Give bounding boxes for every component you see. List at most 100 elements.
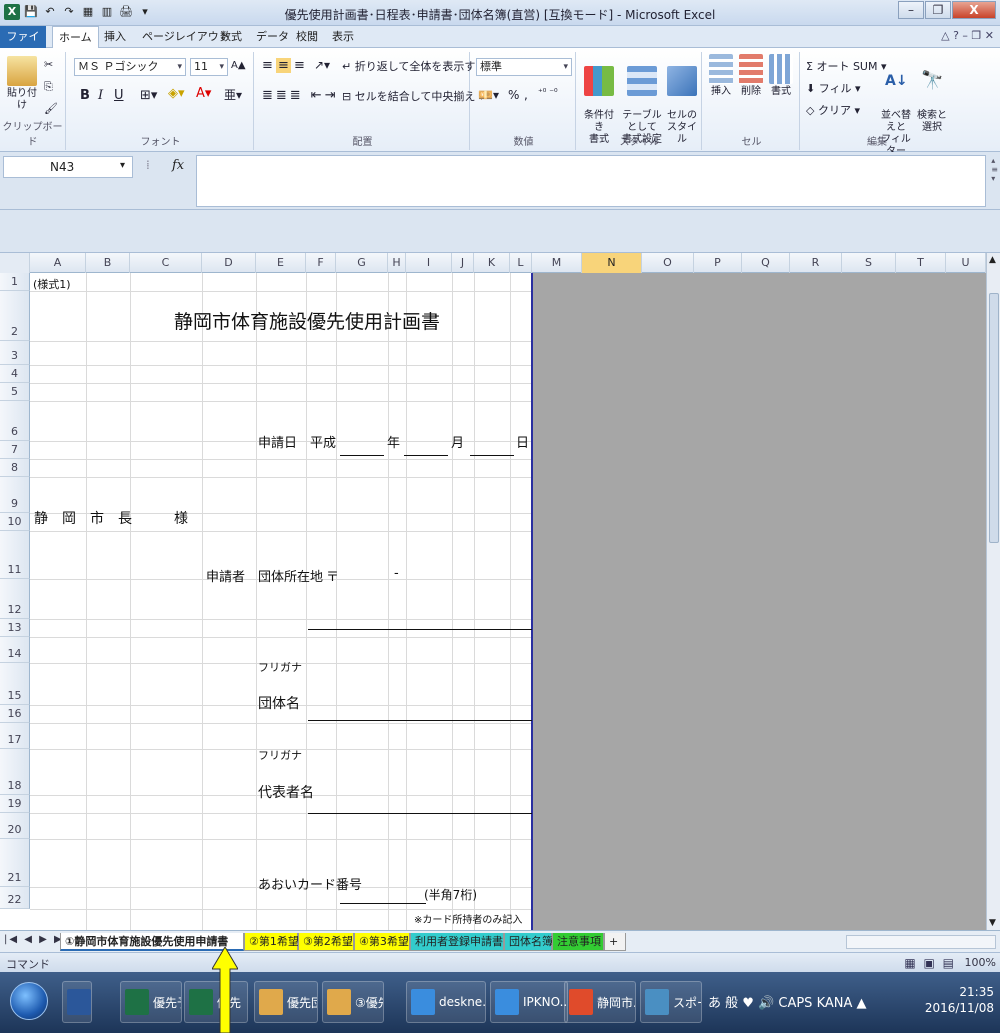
find-select-button[interactable]: 🔭 検索と 選択 [914,54,950,134]
cut-icon[interactable]: ✂ [44,58,53,71]
minimize-button[interactable]: – [898,1,924,19]
row-header-12[interactable]: 12 [0,579,30,619]
currency-icon[interactable]: 💴▾ [478,88,499,102]
italic-button[interactable]: I [98,88,103,103]
row-header-20[interactable]: 20 [0,813,30,839]
align-middle-icon[interactable]: ≡ [276,58,291,73]
zoom-level[interactable]: 100% [965,956,996,969]
phonetic-icon[interactable]: 亜▾ [224,86,242,103]
taskbar-item-3[interactable]: 優先団... [254,981,318,1023]
align-bottom-icon[interactable]: ≡ [294,58,305,73]
row-header-1[interactable]: 1 [0,273,30,291]
close-button[interactable]: X [952,1,996,19]
taskbar-item-8[interactable]: スポー... [640,981,702,1023]
column-header-n[interactable]: N [582,253,642,273]
tab-home[interactable]: ホーム [52,26,99,49]
row-header-17[interactable]: 17 [0,723,30,749]
autosum-button[interactable]: Σ オート SUM ▾ [806,58,887,74]
row-header-16[interactable]: 16 [0,705,30,723]
column-header-r[interactable]: R [790,253,842,273]
row-header-22[interactable]: 22 [0,887,30,909]
row-header-15[interactable]: 15 [0,663,30,705]
fill-color-icon[interactable]: ◈▾ [168,86,185,101]
insert-sheet-icon[interactable]: + [604,933,626,951]
column-header-h[interactable]: H [388,253,406,273]
percent-button[interactable]: % [508,88,519,102]
column-header-g[interactable]: G [336,253,388,273]
column-header-q[interactable]: Q [742,253,790,273]
taskbar-word-button[interactable] [62,981,92,1023]
name-box-dropdown-icon[interactable]: ▾ [120,160,125,171]
column-header-b[interactable]: B [86,253,130,273]
row-header-5[interactable]: 5 [0,383,30,401]
column-header-o[interactable]: O [642,253,694,273]
system-tray[interactable]: あ 般 ♥ 🔊 CAPS KANA ▲ [708,992,867,1011]
expand-formula-icon[interactable]: ▴ ≡ ▾ [991,156,998,183]
column-header-u[interactable]: U [946,253,986,273]
row-header-10[interactable]: 10 [0,513,30,531]
vertical-scrollbar[interactable]: ▲ ▼ [986,253,1000,930]
insert-cells-button[interactable]: 挿入 [706,54,736,98]
row-header-6[interactable]: 6 [0,401,30,441]
row-header-21[interactable]: 21 [0,839,30,887]
font-name-select[interactable]: ＭＳ Ｐゴシック [74,58,186,76]
vertical-scroll-thumb[interactable] [989,293,999,543]
bold-button[interactable]: B [80,88,90,103]
column-header-k[interactable]: K [474,253,510,273]
row-header-11[interactable]: 11 [0,531,30,579]
horizontal-scrollbar[interactable] [846,935,996,949]
wrap-text-button[interactable]: ↵ 折り返して全体を表示する [342,58,486,74]
column-header-s[interactable]: S [842,253,896,273]
merge-center-button[interactable]: ⊟ セルを結合して中央揃え ▾ [342,88,484,104]
row-header-13[interactable]: 13 [0,619,30,637]
delete-cells-button[interactable]: 削除 [736,54,766,98]
select-all-corner[interactable] [0,253,30,273]
sheet-tab-2[interactable]: ②第1希望 [244,933,299,951]
column-header-t[interactable]: T [896,253,946,273]
paste-button[interactable]: 貼り付け [4,56,40,112]
row-header-7[interactable]: 7 [0,441,30,459]
name-box[interactable]: N43 [3,156,133,178]
taskbar-item-1[interactable]: 優先予... [120,981,182,1023]
underline-button[interactable]: U [114,88,124,103]
taskbar-item-5[interactable]: deskne... [406,981,486,1023]
tab-view[interactable]: 表示 [326,26,360,48]
column-header-a[interactable]: A [30,253,86,273]
column-header-j[interactable]: J [452,253,474,273]
tab-review[interactable]: 校閲 [290,26,324,48]
taskbar-item-6[interactable]: IPKNO... [490,981,568,1023]
column-header-c[interactable]: C [130,253,202,273]
row-header-3[interactable]: 3 [0,341,30,365]
formula-input[interactable] [196,155,986,207]
row-header-4[interactable]: 4 [0,365,30,383]
sheet-tab-7[interactable]: 注意事項 [552,933,604,951]
clear-button[interactable]: ◇ クリア ▾ [806,102,860,118]
fill-button[interactable]: ⬇ フィル ▾ [806,80,861,96]
start-button[interactable] [10,982,48,1020]
column-header-l[interactable]: L [510,253,532,273]
border-icon[interactable]: ⊞▾ [140,88,157,103]
comma-button[interactable]: , [524,88,528,102]
tab-data[interactable]: データ [250,26,295,48]
row-header-14[interactable]: 14 [0,637,30,663]
number-format-select[interactable]: 標準 [476,58,572,76]
insert-function-button[interactable]: fx [172,158,184,173]
taskbar-item-4[interactable]: ③優先... [322,981,384,1023]
sheet-tab-6[interactable]: 団体名簿 [504,933,553,951]
taskbar-clock[interactable]: 21:35 2016/11/08 [925,984,994,1016]
row-header-8[interactable]: 8 [0,459,30,477]
tab-file[interactable]: ファイル [0,26,46,65]
row-header-9[interactable]: 9 [0,477,30,513]
row-header-2[interactable]: 2 [0,291,30,341]
font-size-select[interactable]: 11 [190,58,228,76]
decimal-icons[interactable]: ⁺⁰ ⁻⁰ [538,88,558,98]
sheet-tab-5[interactable]: 利用者登録申請書 [410,933,504,951]
scroll-down-icon[interactable]: ▼ [989,918,996,928]
taskbar-item-7[interactable]: 静岡市... [564,981,636,1023]
column-header-f[interactable]: F [306,253,336,273]
format-cells-button[interactable]: 書式 [766,54,796,98]
align-top-icon[interactable]: ≡ [262,58,273,73]
column-header-p[interactable]: P [694,253,742,273]
non-print-area[interactable] [533,273,986,930]
orientation-icon[interactable]: ↗▾ [314,58,330,72]
